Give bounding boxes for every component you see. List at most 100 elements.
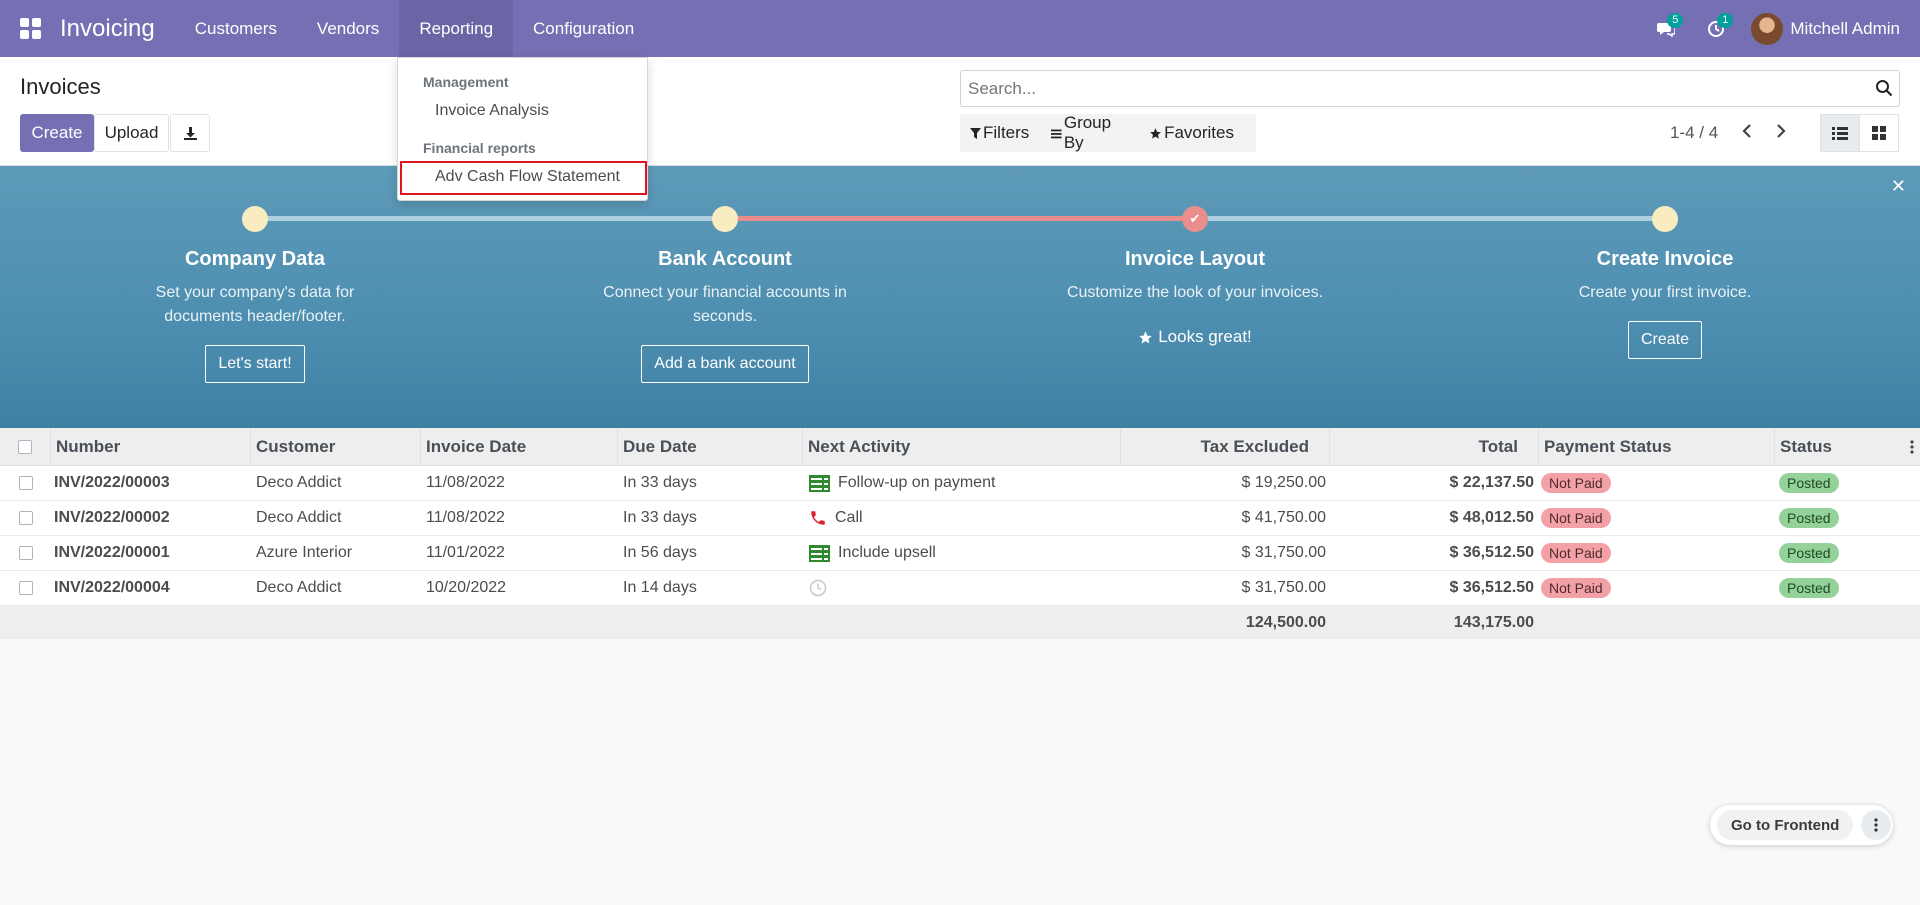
step-dot-layout-done: ✔ <box>1182 206 1208 232</box>
pager-previous[interactable] <box>1735 119 1759 143</box>
select-all-checkbox[interactable] <box>18 439 32 454</box>
status-badge: Posted <box>1779 473 1839 493</box>
cell-payment-status: Not Paid <box>1541 571 1611 605</box>
table-row[interactable]: INV/2022/00002 Deco Addict 11/08/2022 In… <box>0 501 1920 536</box>
apps-menu-icon[interactable] <box>0 0 60 57</box>
control-panel: Invoices Create Upload Filters Group By … <box>0 57 1920 166</box>
row-checkbox[interactable] <box>18 546 33 560</box>
cell-due-date: In 56 days <box>623 544 697 561</box>
download-icon <box>183 126 197 140</box>
cell-number: INV/2022/00001 <box>54 544 170 561</box>
col-number[interactable]: Number <box>51 428 251 465</box>
groupby-button[interactable]: Group By <box>1051 113 1127 153</box>
row-checkbox[interactable] <box>18 511 33 525</box>
nav-vendors[interactable]: Vendors <box>297 0 399 57</box>
nav-customers[interactable]: Customers <box>175 0 297 57</box>
dropdown-section-management: Management <box>423 74 509 90</box>
col-customer[interactable]: Customer <box>251 428 421 465</box>
row-select-cell <box>0 501 51 535</box>
activities-button[interactable]: 1 <box>1691 0 1741 57</box>
col-total[interactable]: Total <box>1330 428 1539 465</box>
cell-number: INV/2022/00002 <box>54 509 170 526</box>
activity-label: Call <box>835 509 863 526</box>
pager-next[interactable] <box>1769 119 1793 143</box>
cell-customer: Deco Addict <box>256 474 342 491</box>
search-input[interactable] <box>961 71 1841 106</box>
row-select-cell <box>0 536 51 570</box>
cell-invoice-date: 10/20/2022 <box>426 579 507 596</box>
upload-button[interactable]: Upload <box>94 114 169 152</box>
cell-due-date: In 14 days <box>623 579 697 596</box>
table-row[interactable]: INV/2022/00003 Deco Addict 11/08/2022 In… <box>0 466 1920 501</box>
groupby-label: Group By <box>1063 113 1112 152</box>
cell-payment-status: Not Paid <box>1541 536 1611 570</box>
step-description: Connect your financial accounts in secon… <box>603 284 847 325</box>
cell-next-activity[interactable]: Call <box>809 501 863 535</box>
clock-icon <box>809 579 827 597</box>
cell-total: $ 48,012.50 <box>1449 509 1534 526</box>
favorites-label: Favorites <box>1164 123 1234 142</box>
activity-label: Include upsell <box>838 544 936 561</box>
menu-item-adv-cash-flow-statement[interactable]: Adv Cash Flow Statement <box>435 168 620 186</box>
cell-total: $ 22,137.50 <box>1449 474 1534 491</box>
list-icon <box>809 474 830 492</box>
row-checkbox[interactable] <box>18 476 33 490</box>
column-options-icon[interactable] <box>1905 428 1920 465</box>
pager-value[interactable]: 1-4 / 4 <box>1670 123 1718 143</box>
table-footer-totals: 124,500.00 143,175.00 <box>0 606 1920 639</box>
download-button[interactable] <box>170 114 210 152</box>
cell-status: Posted <box>1779 501 1839 535</box>
table-row[interactable]: INV/2022/00001 Azure Interior 11/01/2022… <box>0 536 1920 571</box>
user-menu[interactable]: Mitchell Admin <box>1741 12 1920 45</box>
step-title: Invoice Layout <box>1124 248 1266 270</box>
messages-button[interactable]: 5 <box>1641 0 1691 57</box>
cell-next-activity[interactable]: Follow-up on payment <box>809 466 995 500</box>
menu-item-invoice-analysis[interactable]: Invoice Analysis <box>435 102 549 120</box>
status-badge: Posted <box>1779 578 1839 598</box>
go-to-frontend-button[interactable]: Go to Frontend <box>1717 810 1854 840</box>
cell-tax-excluded: $ 19,250.00 <box>1241 474 1326 491</box>
col-payment-status[interactable]: Payment Status <box>1539 428 1775 465</box>
add-bank-account-button[interactable]: Add a bank account <box>641 345 809 383</box>
create-button[interactable]: Create <box>20 114 94 152</box>
close-icon[interactable]: ✕ <box>1891 176 1906 197</box>
cell-number: INV/2022/00003 <box>54 474 170 491</box>
status-badge: Posted <box>1779 508 1839 528</box>
step-title: Company Data <box>184 248 326 270</box>
cell-customer: Deco Addict <box>256 509 342 526</box>
app-name[interactable]: Invoicing <box>60 15 155 43</box>
star-icon <box>1139 330 1152 343</box>
row-checkbox[interactable] <box>18 581 33 595</box>
search-icon[interactable] <box>1875 79 1893 97</box>
col-tax-excluded[interactable]: Tax Excluded <box>1121 428 1330 465</box>
col-status[interactable]: Status <box>1775 428 1920 465</box>
cell-next-activity[interactable]: Include upsell <box>809 536 936 570</box>
step-title: Create Invoice <box>1596 248 1734 270</box>
cell-due-date: In 33 days <box>623 474 697 491</box>
status-badge: Posted <box>1779 543 1839 563</box>
filters-button[interactable]: Filters <box>970 123 1029 143</box>
frontend-widget: Go to Frontend <box>1710 805 1893 845</box>
step-company-data: Company Data Set your company's data for… <box>105 248 405 383</box>
cell-number: INV/2022/00004 <box>54 579 170 596</box>
create-invoice-button[interactable]: Create <box>1627 321 1703 359</box>
nav-configuration[interactable]: Configuration <box>513 0 654 57</box>
favorites-button[interactable]: Favorites <box>1149 123 1234 143</box>
list-view-button[interactable] <box>1820 114 1860 152</box>
step-title: Bank Account <box>658 248 792 270</box>
lets-start-button[interactable]: Let's start! <box>205 345 305 383</box>
cell-next-activity[interactable] <box>809 571 835 605</box>
cell-payment-status: Not Paid <box>1541 466 1611 500</box>
table-row[interactable]: INV/2022/00004 Deco Addict 10/20/2022 In… <box>0 571 1920 606</box>
more-options-button[interactable] <box>1861 810 1892 840</box>
col-due-date[interactable]: Due Date <box>618 428 803 465</box>
col-invoice-date[interactable]: Invoice Date <box>421 428 618 465</box>
col-next-activity[interactable]: Next Activity <box>803 428 1121 465</box>
step-done-label: Looks great! <box>1158 327 1252 346</box>
kanban-view-button[interactable] <box>1859 114 1899 152</box>
nav-reporting[interactable]: Reporting <box>399 0 514 57</box>
cell-tax-excluded: $ 41,750.00 <box>1241 509 1326 526</box>
row-select-cell <box>0 466 51 500</box>
invoices-table: Number Customer Invoice Date Due Date Ne… <box>0 428 1920 639</box>
reporting-dropdown: Management Invoice Analysis Financial re… <box>397 57 648 201</box>
